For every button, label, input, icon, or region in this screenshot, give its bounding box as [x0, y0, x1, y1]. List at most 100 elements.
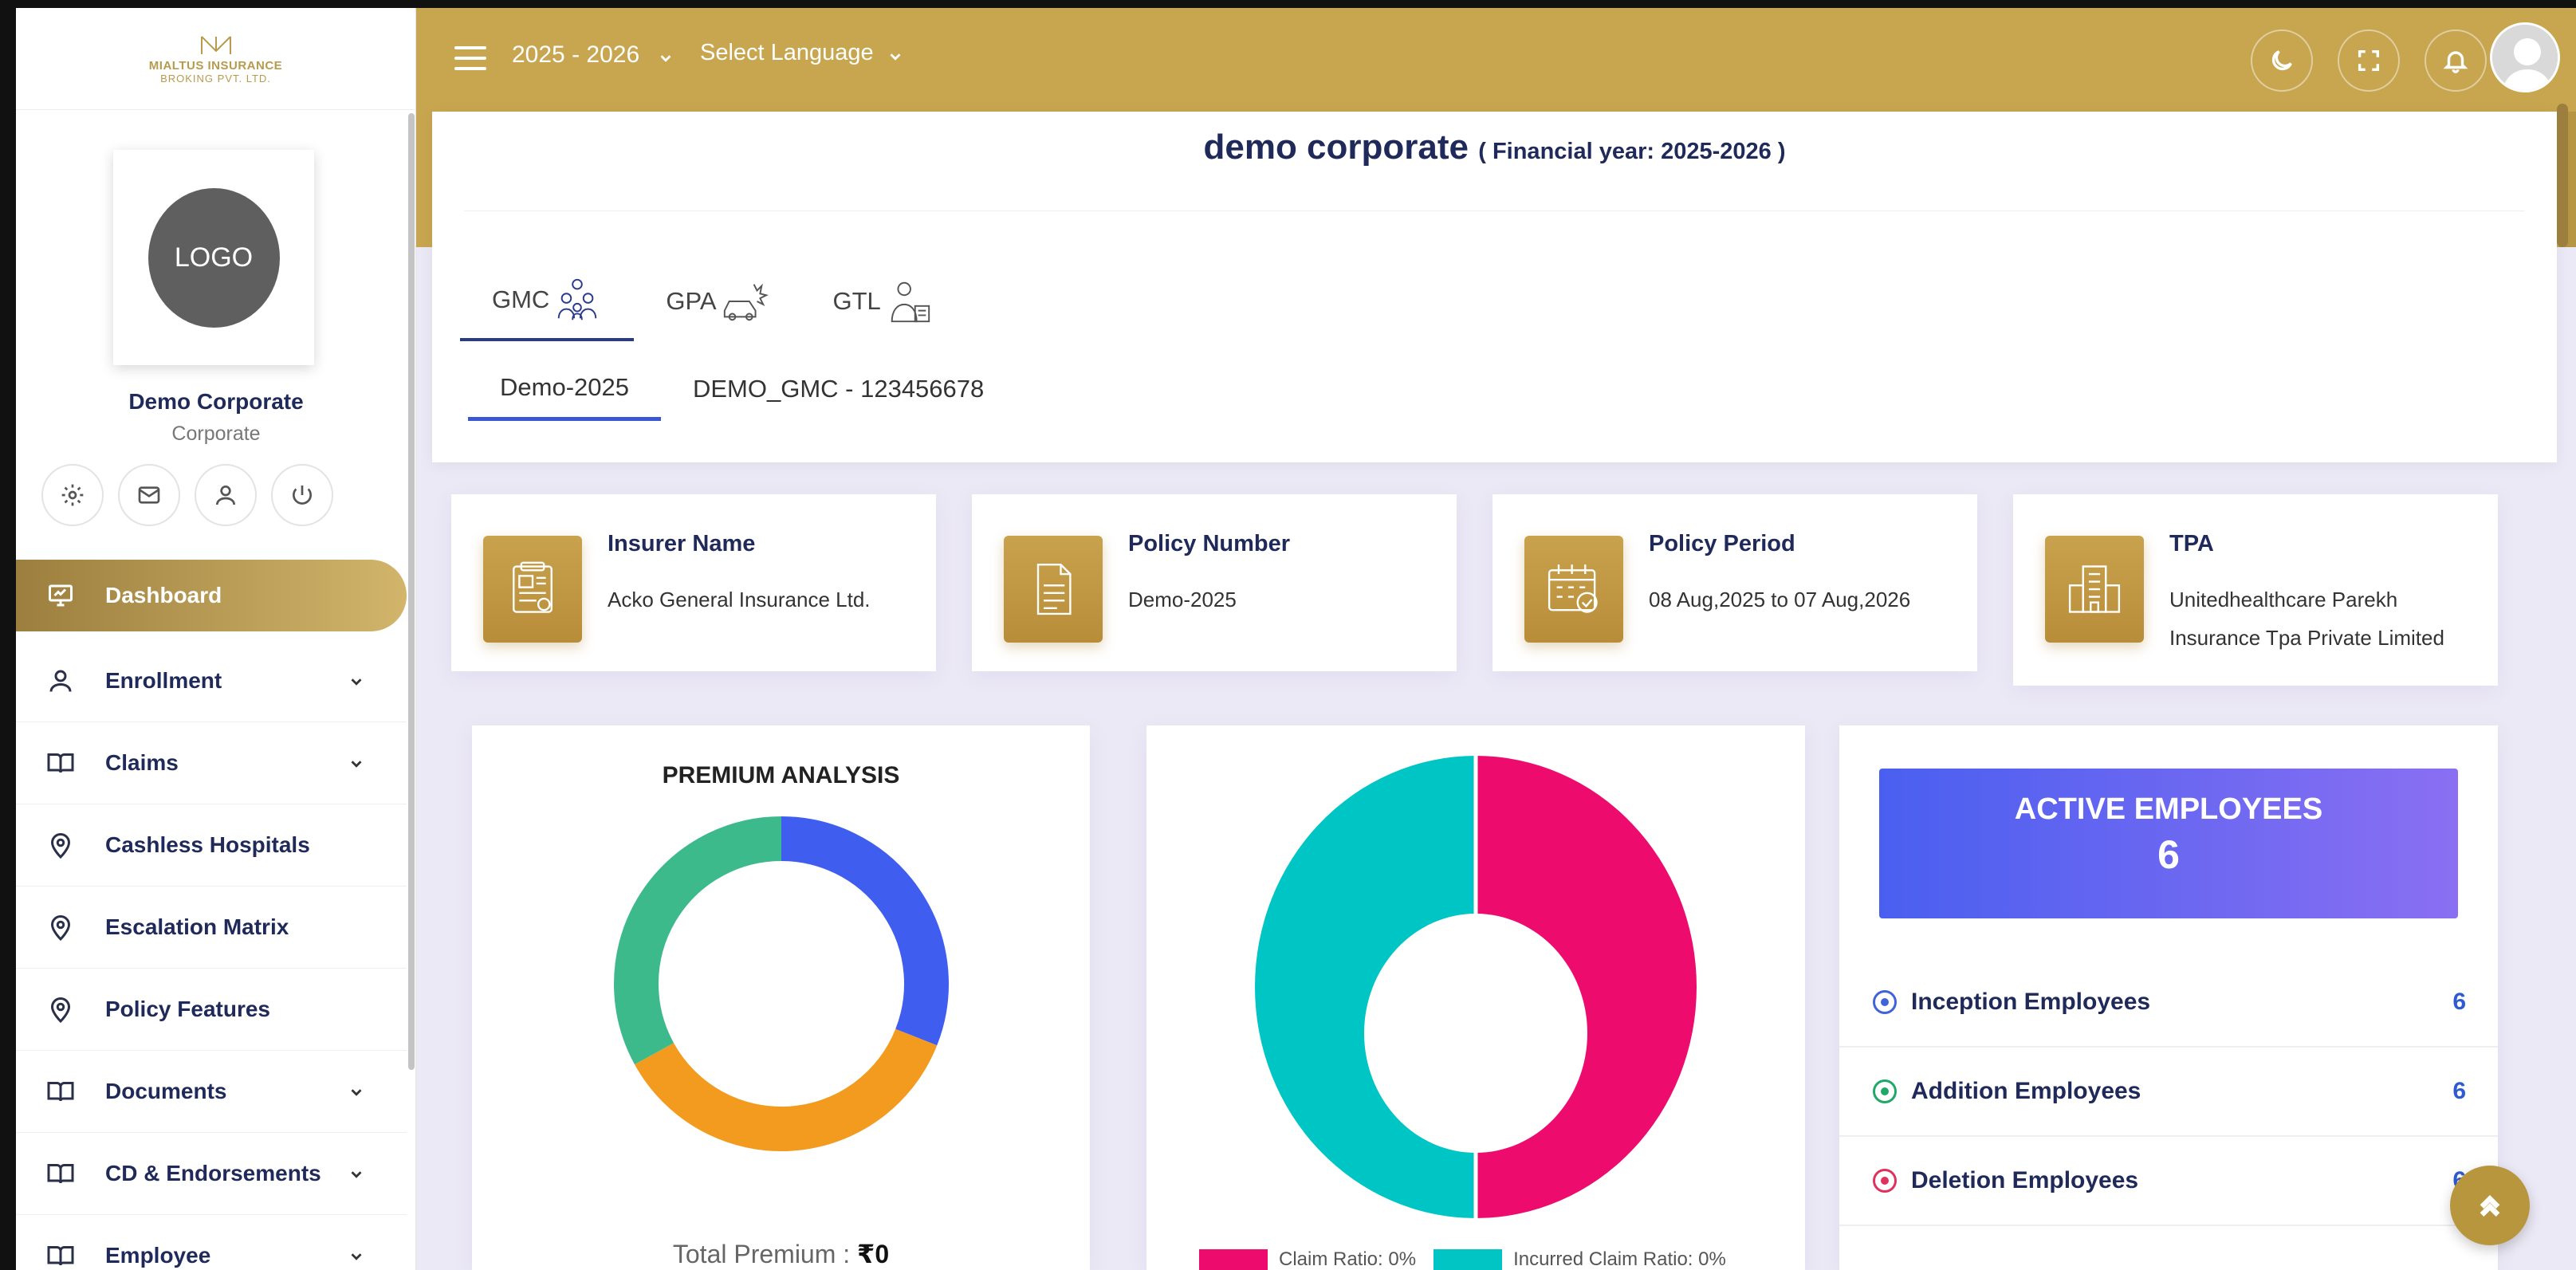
tab-demo-gmc[interactable]: DEMO_GMC - 123456678 [661, 357, 1016, 421]
scroll-to-top-button[interactable] [2450, 1166, 2530, 1245]
claim-ratio-slice[interactable] [1476, 756, 1697, 1218]
policy-type-tabs: GMC GPA GTL [460, 261, 966, 341]
book-icon [45, 1158, 77, 1189]
brand-name: MIALTUS INSURANCE [148, 58, 283, 73]
sidebar-item-policy-features[interactable]: Policy Features [16, 969, 407, 1051]
notifications-button[interactable] [2425, 29, 2487, 92]
sidebar-item-employee[interactable]: Employee [16, 1215, 407, 1270]
incurred-claim-ratio-slice[interactable] [1255, 756, 1476, 1218]
premium-ring-segment-0[interactable] [781, 816, 949, 1046]
map-pin-icon [45, 993, 77, 1025]
sidebar-item-label: Dashboard [105, 583, 222, 607]
profile-button[interactable] [195, 464, 257, 526]
active-employees-label: ACTIVE EMPLOYEES [2014, 792, 2323, 826]
tab-gmc[interactable]: GMC [460, 261, 635, 341]
financial-year-select[interactable]: 2025 - 2026 [512, 41, 639, 69]
sidebar-item-escalation-matrix[interactable]: Escalation Matrix [16, 887, 407, 969]
card-value: Acko General Insurance Ltd. [608, 588, 871, 611]
language-select[interactable]: Select Language [700, 40, 874, 66]
sidebar-item-label: Cashless Hospitals [105, 832, 310, 857]
legend-swatch [1434, 1249, 1503, 1270]
company-logo-card: LOGO [113, 150, 314, 365]
row-label: Inception Employees [1911, 989, 2151, 1015]
app-root: MIALTUS INSURANCE BROKING PVT. LTD. LOGO… [16, 8, 2576, 1270]
tab-gtl[interactable]: GTL [801, 261, 966, 341]
card-title: Policy Period [1649, 531, 1795, 556]
book-icon [45, 747, 77, 779]
card-value: Unitedhealthcare Parekh Insurance Tpa Pr… [2169, 588, 2444, 650]
power-icon [293, 486, 312, 505]
id-card-icon [483, 536, 582, 643]
chevron-down-icon [348, 1163, 365, 1181]
sidebar-item-cashless-hospitals[interactable]: Cashless Hospitals [16, 804, 407, 887]
user-avatar[interactable] [2490, 22, 2560, 92]
total-premium-label: Total Premium : [672, 1240, 851, 1268]
sidebar-scrollbar[interactable] [408, 113, 415, 1070]
mail-icon [138, 486, 160, 504]
row-label: Addition Employees [1911, 1078, 2141, 1104]
chevron-down-icon[interactable] [657, 49, 674, 67]
legend-incurred-claim-ratio[interactable]: Incurred Claim Ratio: 0% [1513, 1248, 1726, 1270]
main-scrollbar[interactable] [2557, 104, 2568, 247]
sidebar-item-cd-endorsements[interactable]: CD & Endorsements [16, 1133, 407, 1215]
sidebar-item-dashboard[interactable]: Dashboard [16, 560, 407, 631]
tab-label: GTL [832, 287, 881, 315]
legend-claim-ratio[interactable]: Claim Ratio: 0% [1279, 1248, 1416, 1270]
tab-gpa[interactable]: GPA [634, 261, 800, 341]
card-title: TPA [2169, 531, 2214, 556]
user-icon [216, 486, 235, 505]
bell-icon [2443, 51, 2468, 73]
fullscreen-icon [2358, 49, 2380, 72]
brand-mark-icon [200, 35, 231, 54]
dark-mode-toggle[interactable] [2251, 29, 2313, 92]
settings-button[interactable] [41, 464, 104, 526]
family-icon [558, 278, 597, 320]
life-insurance-icon [891, 281, 930, 323]
chevron-down-icon [348, 753, 365, 770]
avatar-icon [2492, 25, 2558, 90]
card-value: 08 Aug,2025 to 07 Aug,2026 [1649, 588, 1911, 611]
legend-swatch [1199, 1249, 1268, 1270]
insurer-card: Insurer Name Acko General Insurance Ltd. [451, 494, 936, 671]
financial-year-note: ( Financial year: 2025-2026 ) [1478, 139, 1786, 164]
sidebar-item-documents[interactable]: Documents [16, 1051, 407, 1133]
brand-logo[interactable]: MIALTUS INSURANCE BROKING PVT. LTD. [16, 8, 415, 110]
company-title: demo corporate [1203, 128, 1469, 167]
policy-period-card: Policy Period 08 Aug,2025 to 07 Aug,2026 [1493, 494, 1977, 671]
sidebar-item-label: CD & Endorsements [105, 1161, 321, 1185]
deletion-employees-row[interactable]: Deletion Employees 6 [1839, 1137, 2498, 1226]
addition-employees-row[interactable]: Addition Employees 6 [1839, 1048, 2498, 1137]
top-header: 2025 - 2026 Select Language [416, 8, 2576, 112]
active-employees-banner: ACTIVE EMPLOYEES 6 [1879, 769, 2458, 918]
sidebar-item-enrollment[interactable]: Enrollment [16, 640, 407, 722]
moon-icon [2271, 50, 2292, 71]
car-accident-icon [723, 283, 769, 321]
sidebar-menu: Dashboard Enrollment Claims Cashless Hos… [16, 552, 407, 1270]
mail-button[interactable] [118, 464, 180, 526]
row-count: 6 [2452, 1078, 2466, 1104]
map-pin-icon [45, 829, 77, 861]
menu-toggle-button[interactable] [454, 46, 486, 73]
double-chevron-up-icon [2480, 1194, 2500, 1217]
inception-employees-row[interactable]: Inception Employees 6 [1839, 958, 2498, 1048]
tab-demo-2025[interactable]: Demo-2025 [468, 357, 661, 421]
chevron-down-icon[interactable] [887, 48, 904, 65]
active-employees-count: 6 [2157, 832, 2180, 877]
card-value: Demo-2025 [1128, 588, 1237, 611]
quick-actions [41, 464, 333, 526]
sidebar-item-claims[interactable]: Claims [16, 722, 407, 804]
fullscreen-button[interactable] [2338, 29, 2400, 92]
brand-subtitle: BROKING PVT. LTD. [160, 72, 271, 85]
claim-ratio-card: Claim Ratio: 0% Incurred Claim Ratio: 0% [1146, 725, 1805, 1270]
calendar-icon [1524, 536, 1623, 643]
premium-ring-segment-2[interactable] [614, 816, 782, 1065]
premium-ring-segment-1[interactable] [634, 1028, 938, 1151]
target-icon [1873, 990, 1897, 1014]
total-premium: Total Premium : ₹0 [472, 1239, 1090, 1269]
divider [464, 210, 2525, 211]
premium-donut-chart [614, 816, 949, 1151]
user-icon [45, 665, 77, 697]
chevron-down-icon [348, 1245, 365, 1263]
sidebar-item-label: Employee [105, 1243, 211, 1268]
logout-button[interactable] [271, 464, 333, 526]
